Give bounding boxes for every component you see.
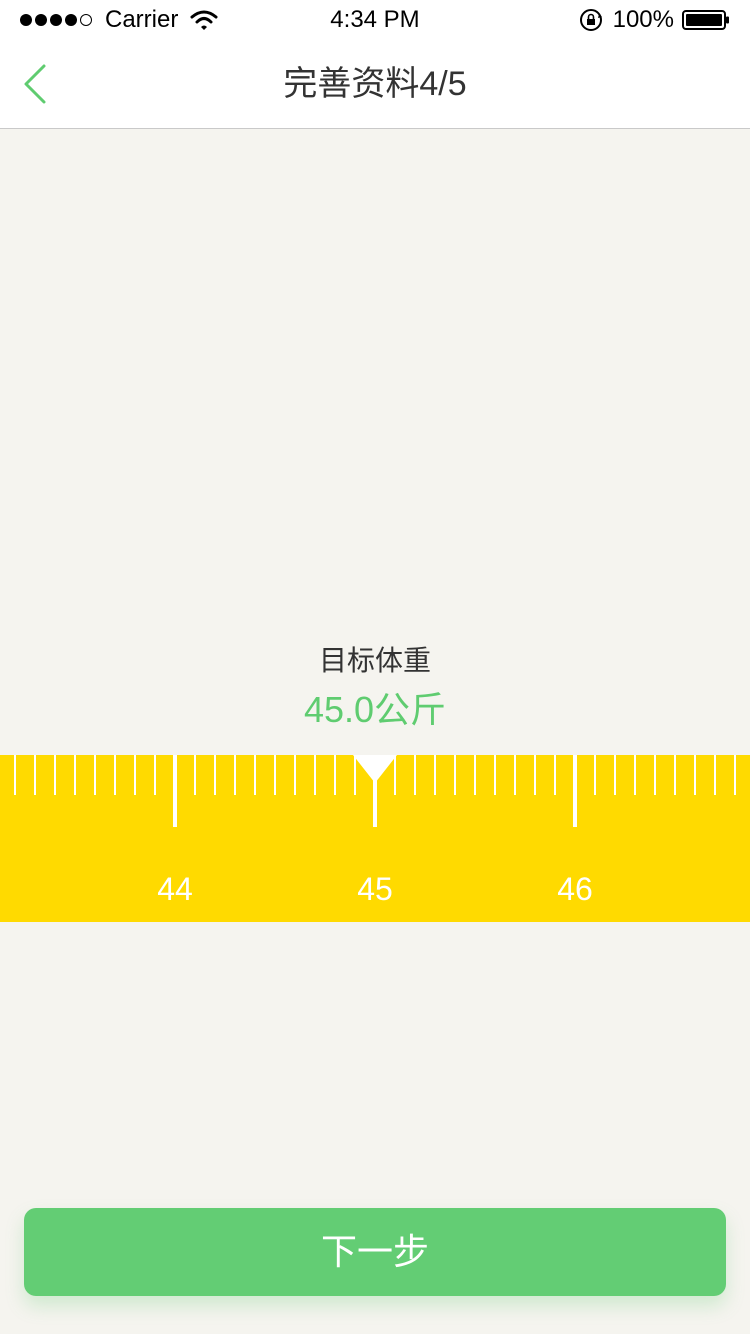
navigation-bar: 完善资料4/5 <box>0 40 750 129</box>
ruler-minor-tick <box>34 755 36 795</box>
ruler-minor-tick <box>314 755 316 795</box>
ruler-minor-tick <box>414 755 416 795</box>
ruler-major-tick <box>573 755 577 827</box>
ruler-minor-tick <box>474 755 476 795</box>
ruler-minor-tick <box>234 755 236 795</box>
ruler-minor-tick <box>554 755 556 795</box>
ruler-minor-tick <box>434 755 436 795</box>
ruler-minor-tick <box>714 755 716 795</box>
status-bar: Carrier 4:34 PM 100% <box>0 0 750 40</box>
ruler-tick-label: 46 <box>557 871 593 907</box>
ruler-minor-tick <box>14 755 16 795</box>
ruler-tick-label: 45 <box>357 871 393 907</box>
ruler-minor-tick <box>134 755 136 795</box>
ruler-minor-tick <box>194 755 196 795</box>
weight-ruler-slider[interactable]: 44 45 46 <box>0 755 750 922</box>
ruler-minor-tick <box>594 755 596 795</box>
ruler-minor-tick <box>94 755 96 795</box>
ruler-minor-tick <box>454 755 456 795</box>
ruler-minor-tick <box>654 755 656 795</box>
ruler-minor-tick <box>634 755 636 795</box>
target-weight-value: 45.0公斤 <box>0 688 750 732</box>
ruler-minor-tick <box>54 755 56 795</box>
ruler-major-tick <box>173 755 177 827</box>
battery-icon <box>682 10 729 30</box>
ruler-minor-tick <box>154 755 156 795</box>
ruler-minor-tick <box>734 755 736 795</box>
ruler-pointer-icon <box>353 755 397 783</box>
ruler-minor-tick <box>294 755 296 795</box>
ruler-minor-tick <box>534 755 536 795</box>
ruler-minor-tick <box>494 755 496 795</box>
ruler-minor-tick <box>254 755 256 795</box>
target-weight-label: 目标体重 <box>318 645 431 676</box>
next-step-button[interactable]: 下一步 <box>24 1208 726 1296</box>
ruler-minor-tick <box>514 755 516 795</box>
battery-percent: 100% <box>612 6 674 33</box>
page-title: 完善资料4/5 <box>283 65 467 103</box>
ruler-minor-tick <box>74 755 76 795</box>
ruler-minor-tick <box>114 755 116 795</box>
battery-area: 100% <box>579 6 730 34</box>
ruler-minor-tick <box>694 755 696 795</box>
ruler-minor-tick <box>614 755 616 795</box>
ruler-minor-tick <box>274 755 276 795</box>
ruler-minor-tick <box>214 755 216 795</box>
ruler-minor-tick <box>334 755 336 795</box>
rotation-lock-icon <box>579 9 602 31</box>
weight-unit: 公斤 <box>374 689 447 730</box>
ruler-minor-tick <box>674 755 676 795</box>
weight-number: 45.0 <box>303 689 375 730</box>
ruler-tick-label: 44 <box>157 871 193 907</box>
